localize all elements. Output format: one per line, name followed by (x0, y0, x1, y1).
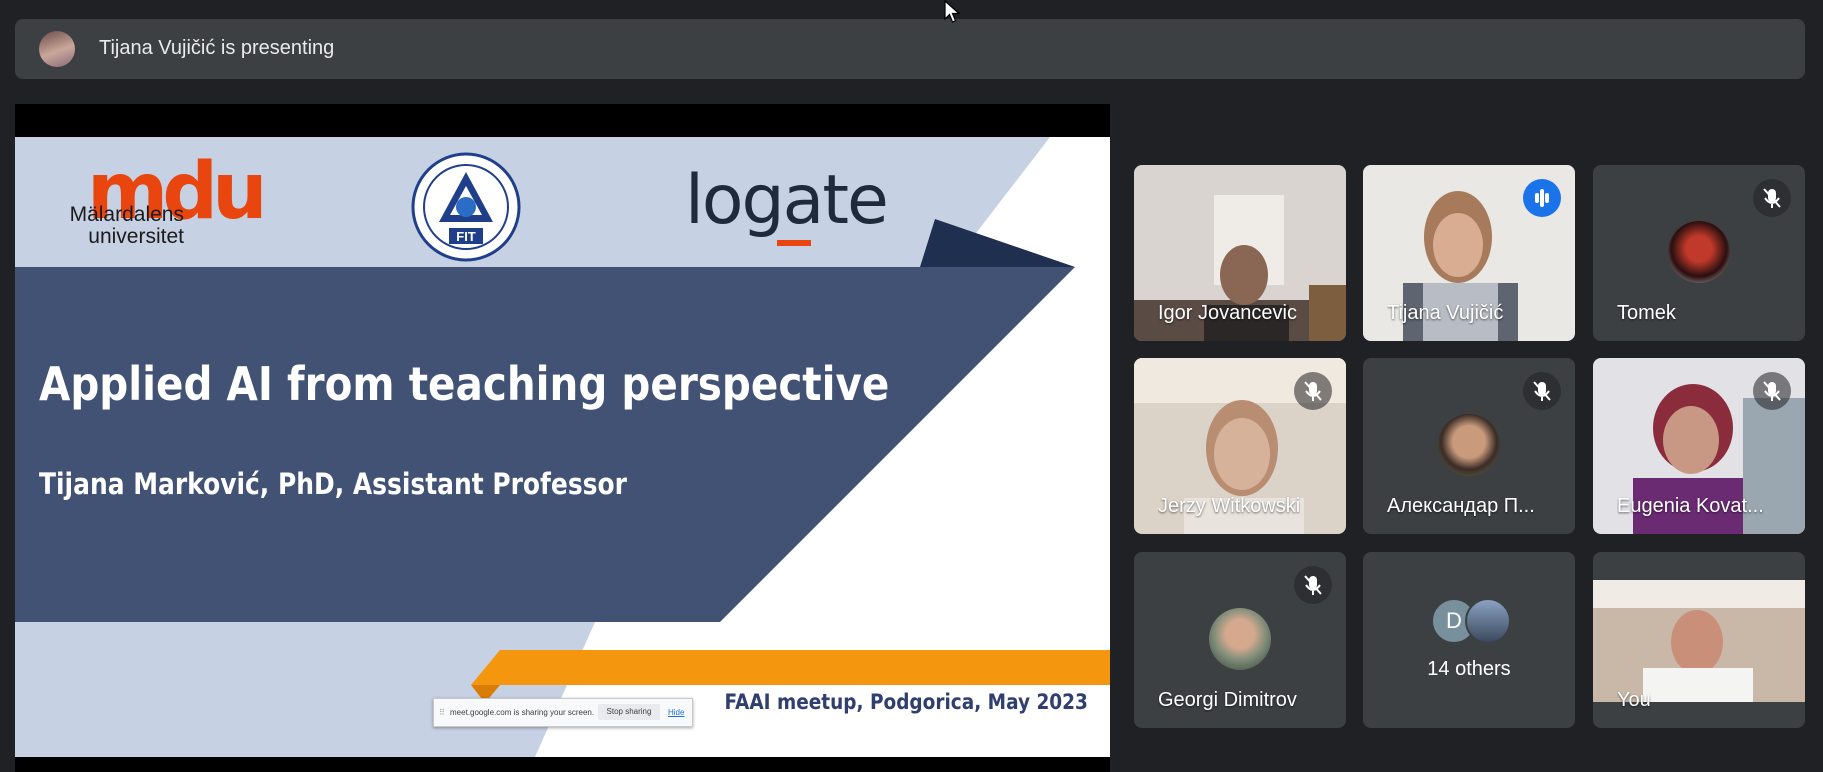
participant-name: Georgi Dimitrov (1158, 689, 1297, 711)
participant-name: You (1617, 689, 1651, 711)
presentation-slide: mdu Mälardalens universitet FIT logate A… (15, 137, 1110, 757)
fit-logo-label: FIT (456, 229, 476, 244)
participant-tile[interactable]: Jerzy Witkowski (1134, 358, 1346, 534)
self-video (1593, 580, 1805, 702)
slide-title: Applied AI from teaching perspective (39, 357, 890, 411)
participant-name: Александар П... (1387, 495, 1535, 517)
audio-level-icon (1523, 179, 1561, 217)
participant-name: Tijana Vujičić (1387, 302, 1504, 324)
others-avatar-photo (1465, 598, 1511, 644)
presenting-banner: Tijana Vujičić is presenting (15, 19, 1805, 79)
slide-footer: FAAI meetup, Podgorica, May 2023 (724, 690, 1088, 714)
presenting-text: Tijana Vujičić is presenting (99, 37, 335, 59)
logate-underline (777, 240, 811, 246)
participant-name: Tomek (1617, 302, 1676, 324)
participant-name: Jerzy Witkowski (1158, 495, 1301, 517)
share-message: meet.google.com is sharing your screen. (450, 708, 595, 717)
participant-tile[interactable]: Александар П... (1363, 358, 1575, 534)
presenter-avatar (39, 31, 75, 67)
screen-share-bar: ⠿ meet.google.com is sharing your screen… (433, 698, 693, 727)
others-tile[interactable]: D 14 others (1363, 552, 1575, 728)
participant-name: Igor Jovancevic (1158, 302, 1297, 324)
fit-logo: FIT (411, 152, 521, 262)
mic-off-icon (1753, 372, 1791, 410)
mic-off-icon (1294, 372, 1332, 410)
participant-name: Eugenia Kovat... (1617, 495, 1764, 517)
presentation-stage[interactable]: mdu Mälardalens universitet FIT logate A… (15, 104, 1110, 772)
mdu-logo-name: Mälardalens universitet (69, 203, 184, 248)
mic-off-icon (1523, 372, 1561, 410)
participant-tile-active-speaker[interactable]: Tijana Vujičić (1363, 165, 1575, 341)
mic-off-icon (1294, 566, 1332, 604)
mouse-cursor-icon (944, 0, 961, 23)
participant-tile[interactable]: Igor Jovancevic (1134, 165, 1346, 341)
self-tile[interactable]: You (1593, 552, 1805, 728)
hide-link[interactable]: Hide (668, 708, 684, 717)
logate-logo: logate (685, 161, 889, 240)
participant-tile[interactable]: Tomek (1593, 165, 1805, 341)
others-avatar-group: D (1431, 598, 1515, 644)
mic-off-icon (1753, 179, 1791, 217)
others-count: 14 others (1427, 658, 1511, 680)
participant-avatar (1438, 414, 1500, 476)
slide-subtitle: Tijana Marković, PhD, Assistant Professo… (39, 467, 627, 501)
participant-tile[interactable]: Eugenia Kovat... (1593, 358, 1805, 534)
participant-tile[interactable]: Georgi Dimitrov (1134, 552, 1346, 728)
participant-avatar (1668, 221, 1730, 283)
participant-avatar (1209, 608, 1271, 670)
drag-handle-icon[interactable]: ⠿ (439, 708, 445, 717)
stop-sharing-button[interactable]: Stop sharing (598, 704, 660, 720)
